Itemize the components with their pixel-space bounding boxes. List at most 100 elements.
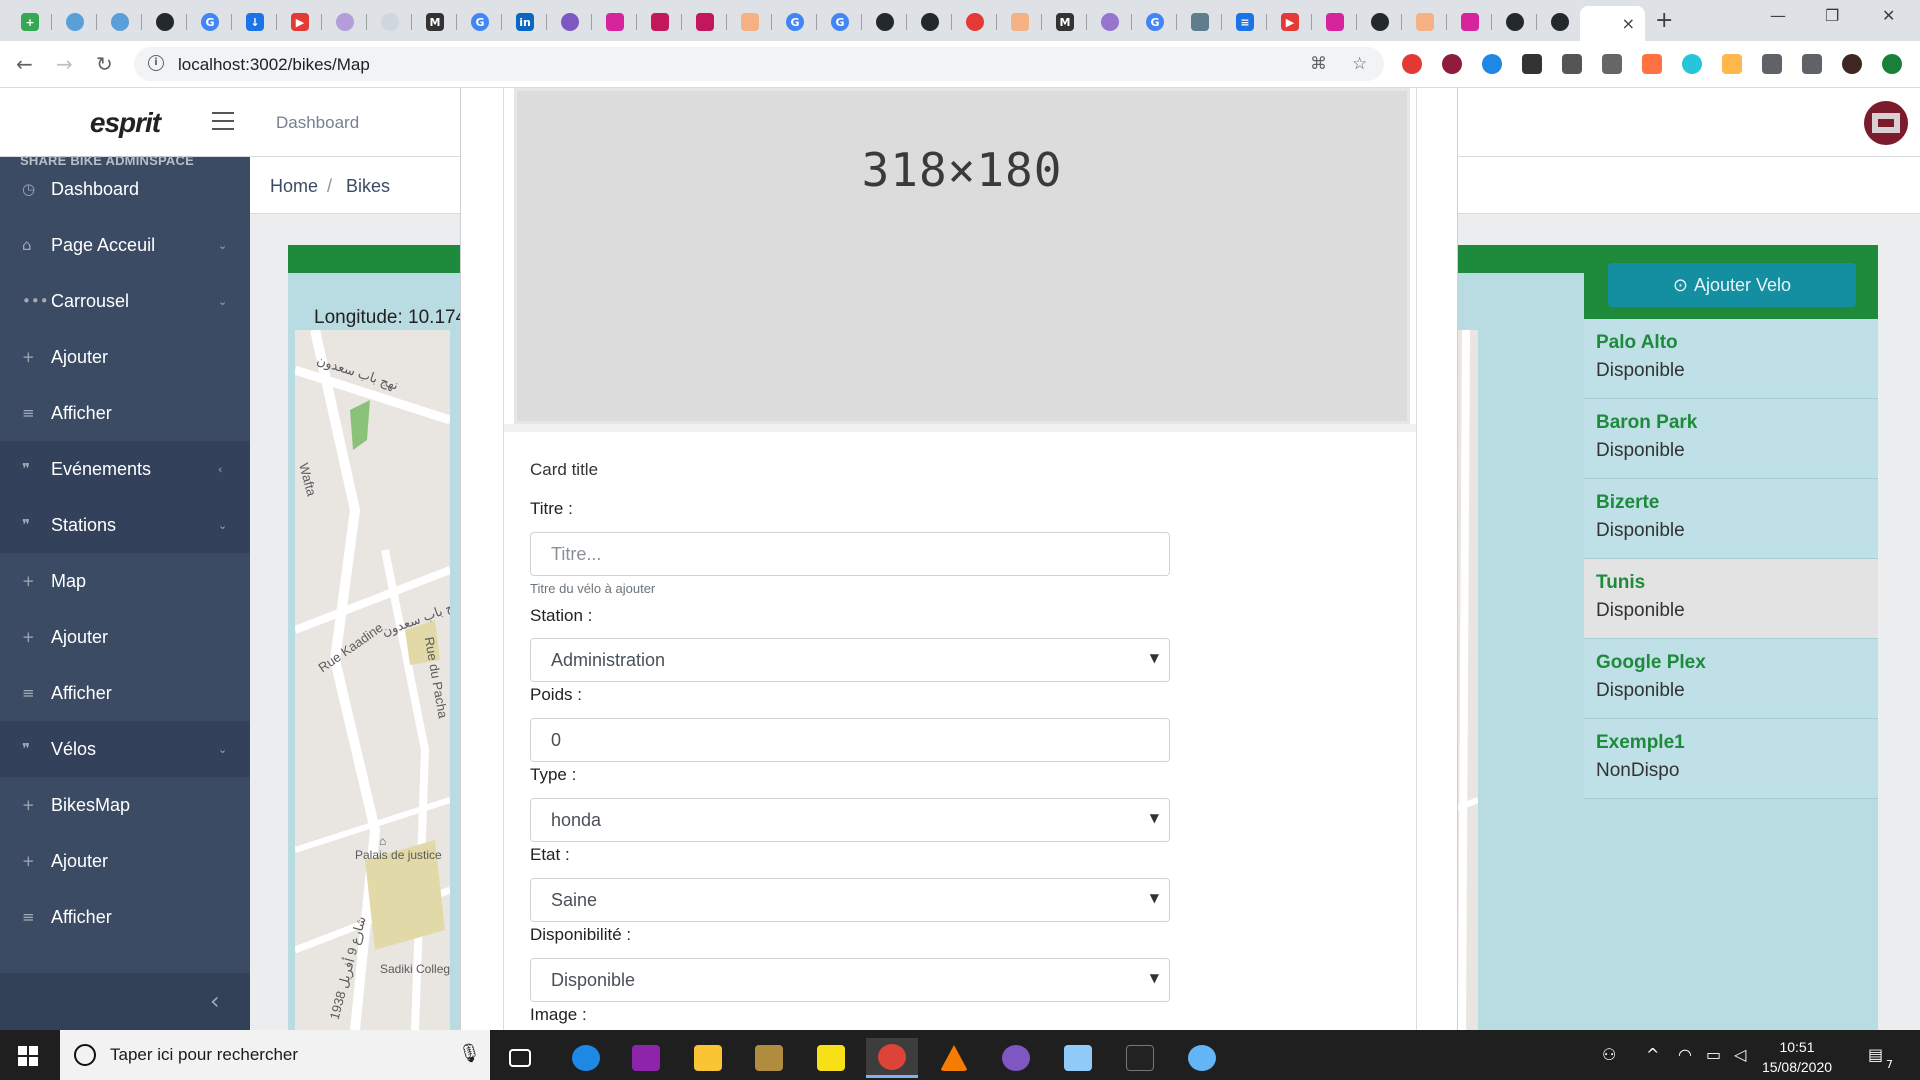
taskbar-search[interactable]: Taper ici pour rechercher 🎙 [60, 1030, 490, 1080]
tab[interactable] [638, 8, 682, 36]
chrome-icon[interactable] [866, 1038, 918, 1078]
bike-list-item[interactable]: Palo Alto Disponible [1584, 319, 1878, 399]
sidebar-item-ajouter[interactable]: + Ajouter [0, 609, 250, 665]
tab[interactable] [143, 8, 187, 36]
active-tab[interactable]: × [1580, 6, 1645, 41]
sidebar-item-afficher[interactable]: ≡ Afficher [0, 665, 250, 721]
sticky-notes-icon[interactable] [805, 1038, 857, 1078]
new-tab-button[interactable]: + [1655, 8, 1673, 33]
back-icon[interactable]: ← [16, 52, 33, 76]
github-desktop-icon[interactable] [990, 1038, 1042, 1078]
vlc-icon[interactable] [928, 1038, 980, 1078]
tab[interactable] [953, 8, 997, 36]
battery-icon[interactable]: ▭ [1706, 1045, 1721, 1064]
edge-icon[interactable] [560, 1038, 612, 1078]
bookmark-star-icon[interactable]: ☆ [1352, 54, 1367, 74]
tab[interactable]: G [1133, 8, 1177, 36]
extension-icon[interactable] [1482, 54, 1502, 74]
tab[interactable] [548, 8, 592, 36]
minimize-button[interactable]: — [1770, 6, 1786, 25]
tab[interactable]: G [188, 8, 232, 36]
tab[interactable]: G [458, 8, 502, 36]
tab[interactable] [908, 8, 952, 36]
sidebar-item-afficher[interactable]: ≡ Afficher [0, 385, 250, 441]
poids-input[interactable]: 0 [530, 718, 1170, 762]
map[interactable]: نهج باب سعدون Wafta Rue Kaadine نهج باب … [295, 330, 450, 1030]
sidebar-item-page-acceuil[interactable]: ⌂ Page Acceuil ⌄ [0, 217, 250, 273]
close-window-button[interactable]: ✕ [1882, 6, 1895, 25]
titre-input[interactable]: Titre... [530, 532, 1170, 576]
breadcrumb-home[interactable]: Home [270, 176, 318, 197]
tab[interactable] [1493, 8, 1537, 36]
profile-avatar[interactable] [1842, 54, 1862, 74]
station-select[interactable]: Administration ▼ [530, 638, 1170, 682]
terminal-icon[interactable] [1114, 1038, 1166, 1078]
volume-icon[interactable]: ◁ [1734, 1045, 1746, 1064]
reload-icon[interactable]: ↻ [96, 52, 113, 76]
info-icon[interactable]: i [148, 55, 164, 71]
close-tab-icon[interactable]: × [1622, 14, 1635, 33]
microphone-icon[interactable]: 🎙 [458, 1043, 481, 1064]
bike-list-item[interactable]: Baron Park Disponible [1584, 399, 1878, 479]
tab[interactable]: ▶ [1268, 8, 1312, 36]
extension-icon[interactable] [1642, 54, 1662, 74]
tab[interactable] [683, 8, 727, 36]
file-explorer-icon[interactable] [682, 1038, 734, 1078]
tab[interactable]: G [773, 8, 817, 36]
tab[interactable]: ≡ [1223, 8, 1267, 36]
sidebar-item-bikesmap[interactable]: + BikesMap [0, 777, 250, 833]
paint-icon[interactable] [1176, 1038, 1228, 1078]
tab[interactable] [593, 8, 637, 36]
tab[interactable] [323, 8, 367, 36]
header-dashboard-link[interactable]: Dashboard [276, 113, 359, 133]
bike-list-item[interactable]: Exemple1 NonDispo [1584, 719, 1878, 799]
extension-icon[interactable] [1442, 54, 1462, 74]
media-control-icon[interactable] [1802, 54, 1822, 74]
sidebar-item-carrousel[interactable]: ••• Carrousel ⌄ [0, 273, 250, 329]
tab[interactable]: in [503, 8, 547, 36]
league-of-legends-icon[interactable] [743, 1038, 795, 1078]
add-bike-button[interactable]: ⊙ Ajouter Velo [1608, 263, 1856, 307]
tab[interactable] [1448, 8, 1492, 36]
type-select[interactable]: honda ▼ [530, 798, 1170, 842]
chevron-up-icon[interactable]: ^ [1646, 1045, 1659, 1064]
map-poi-palais-de-justice[interactable]: Palais de justice [355, 848, 442, 862]
phpstorm-icon[interactable] [620, 1038, 672, 1078]
update-icon[interactable] [1882, 54, 1902, 74]
restore-button[interactable]: ❐ [1825, 6, 1839, 25]
sidebar-item-ajouter[interactable]: + Ajouter [0, 833, 250, 889]
sidebar-item-ev-nements[interactable]: ❞ Evénements ‹ [0, 441, 250, 497]
wifi-icon[interactable]: ◠ [1678, 1045, 1692, 1064]
facebook-extension-icon[interactable] [1562, 54, 1582, 74]
sidebar-item-dashboard[interactable]: ◷ Dashboard [0, 161, 250, 217]
people-icon[interactable]: ⚇ [1602, 1045, 1616, 1064]
sidebar-item-map[interactable]: + Map [0, 553, 250, 609]
translate-icon[interactable]: ⌘ [1310, 54, 1327, 74]
bike-list-item[interactable]: Bizerte Disponible [1584, 479, 1878, 559]
etat-select[interactable]: Saine ▼ [530, 878, 1170, 922]
tab[interactable]: + [8, 8, 52, 36]
tab[interactable] [863, 8, 907, 36]
tab[interactable]: M [1043, 8, 1087, 36]
adblock-icon[interactable] [1402, 54, 1422, 74]
bike-list-item[interactable]: Google Plex Disponible [1584, 639, 1878, 719]
tab[interactable] [98, 8, 142, 36]
windows-start-icon[interactable] [18, 1046, 38, 1066]
forward-icon[interactable]: → [56, 52, 73, 76]
tab[interactable] [998, 8, 1042, 36]
extension-icon[interactable] [1722, 54, 1742, 74]
tab[interactable] [1178, 8, 1222, 36]
map-poi-sadiki-college[interactable]: Sadiki College [380, 962, 450, 976]
sidebar-minimizer[interactable]: ‹ [0, 973, 250, 1030]
bike-list-item[interactable]: Tunis Disponible [1584, 559, 1878, 639]
disponibilite-select[interactable]: Disponible ▼ [530, 958, 1170, 1002]
clock[interactable]: 10:51 15/08/2020 [1752, 1037, 1842, 1077]
tab[interactable] [1538, 8, 1582, 36]
tab[interactable] [1403, 8, 1447, 36]
tab[interactable] [1088, 8, 1132, 36]
tab[interactable]: G [818, 8, 862, 36]
tab[interactable]: M [413, 8, 457, 36]
sidebar-item-afficher[interactable]: ≡ Afficher [0, 889, 250, 945]
tab[interactable] [368, 8, 412, 36]
notifications-icon[interactable]: ▤ [1868, 1045, 1883, 1064]
